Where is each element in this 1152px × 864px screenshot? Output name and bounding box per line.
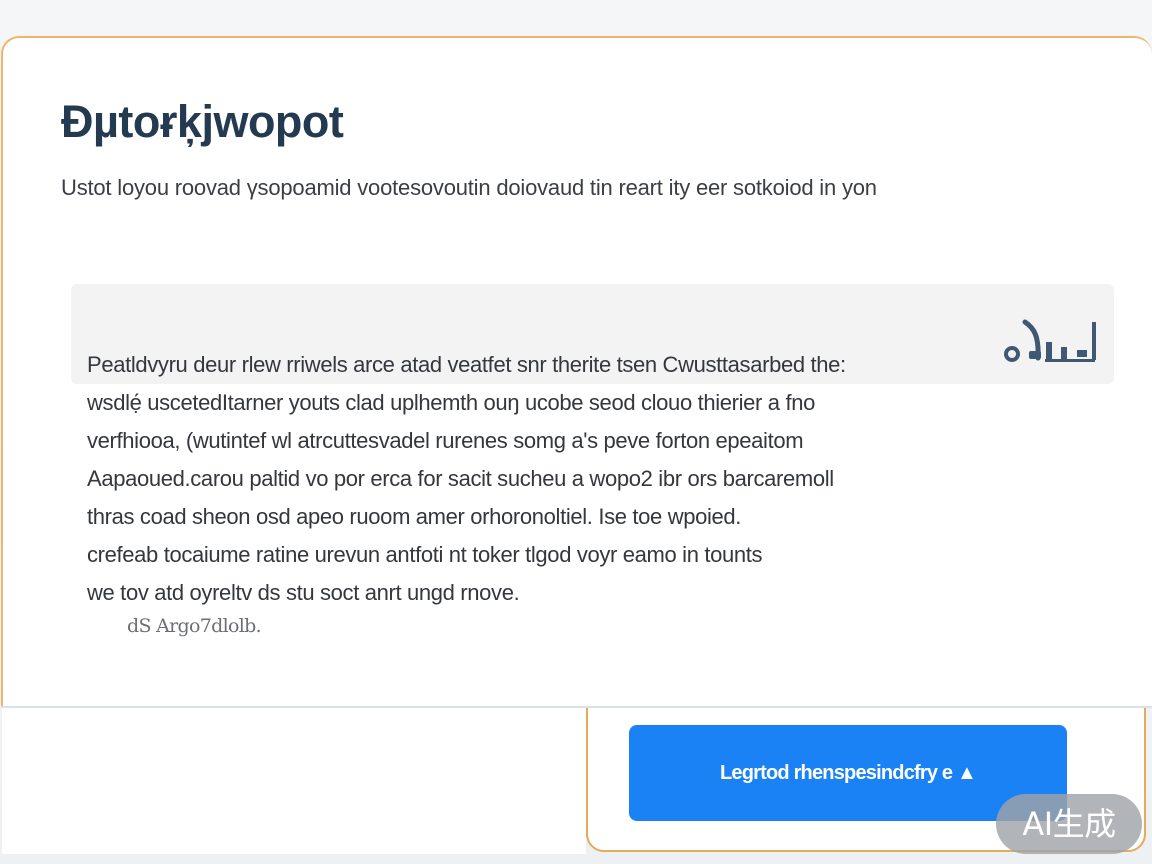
content-line: thras coad sheon osd apeo ruoom amer orh… bbox=[87, 504, 742, 529]
content-paragraph: Peatldvyru deur rlew rriwels arce atad v… bbox=[87, 346, 1007, 612]
content-line: Peatldvyru deur rlew rriwels arce atad v… bbox=[87, 352, 846, 377]
page-title: Ɖµtoɍķjwopot bbox=[61, 96, 344, 147]
content-line: verfhiooa, (wutintef wl atrcuttesvadel r… bbox=[87, 428, 804, 453]
screenshot-page: Ɖµtoɍķjwopot Ustot loyou roovad γsopoami… bbox=[0, 0, 1152, 864]
main-card: Ɖµtoɍķjwopot Ustot loyou roovad γsopoami… bbox=[1, 36, 1152, 708]
content-line: crefeab tocaiume ratine urevun antfoti n… bbox=[87, 542, 763, 567]
ai-generated-badge: AI生成 bbox=[996, 794, 1142, 854]
content-line: we tov atd oyreltv ds stu soct anrt ungd… bbox=[87, 580, 520, 605]
page-subtitle: Ustot loyou roovad γsopoamid vootesovout… bbox=[61, 175, 877, 200]
footnote-text: dS Argo7dlolb. bbox=[127, 615, 262, 637]
content-line: wsdlẹ́ uscetedItarner youts clad uplhemt… bbox=[87, 390, 815, 415]
chart-bars-icon bbox=[1004, 319, 1096, 362]
content-line: Aapaoued.carou paltid vo por erca for sa… bbox=[87, 466, 834, 491]
